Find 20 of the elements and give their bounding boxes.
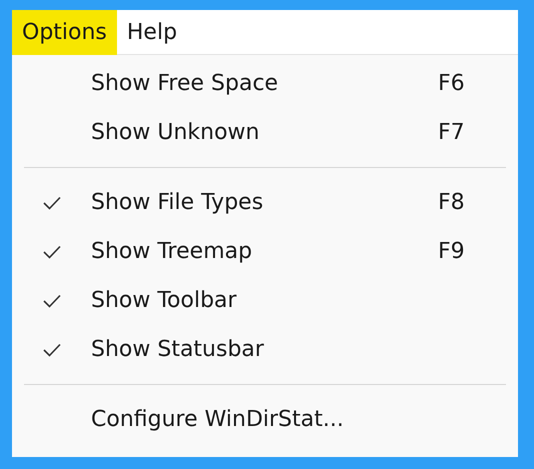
- menu-item[interactable]: Show Free Space F6: [12, 59, 518, 108]
- shortcut-label: F7: [438, 120, 465, 145]
- menu-item-label: Show File Types: [91, 189, 264, 217]
- menu-item-label: Show Statusbar: [91, 336, 265, 364]
- shortcut-label: F8: [438, 190, 465, 215]
- menu-item[interactable]: Show Unknown F7: [12, 108, 518, 157]
- menu-item-label: Show Treemap: [91, 238, 254, 266]
- menu-item-label: Show Free Space: [91, 70, 280, 98]
- shortcut-label: F6: [438, 71, 465, 96]
- shortcut-label: F9: [438, 239, 465, 264]
- menu-item[interactable]: Show Toolbar: [12, 276, 518, 325]
- menu-item[interactable]: Show Statusbar: [12, 325, 518, 374]
- menu-item-label: Show Unknown: [91, 119, 260, 147]
- menu-item-label: Configure WinDirStat...: [91, 406, 345, 434]
- menu-bar-item[interactable]: Options: [12, 10, 117, 54]
- menu-item[interactable]: Show Treemap F9: [12, 227, 518, 276]
- menu-item-label: Show Toolbar: [91, 287, 238, 315]
- menu-item[interactable]: Show File Types F8: [12, 178, 518, 227]
- menu-item[interactable]: Configure WinDirStat...: [12, 395, 518, 444]
- menu-bar-item[interactable]: Help: [116, 10, 188, 54]
